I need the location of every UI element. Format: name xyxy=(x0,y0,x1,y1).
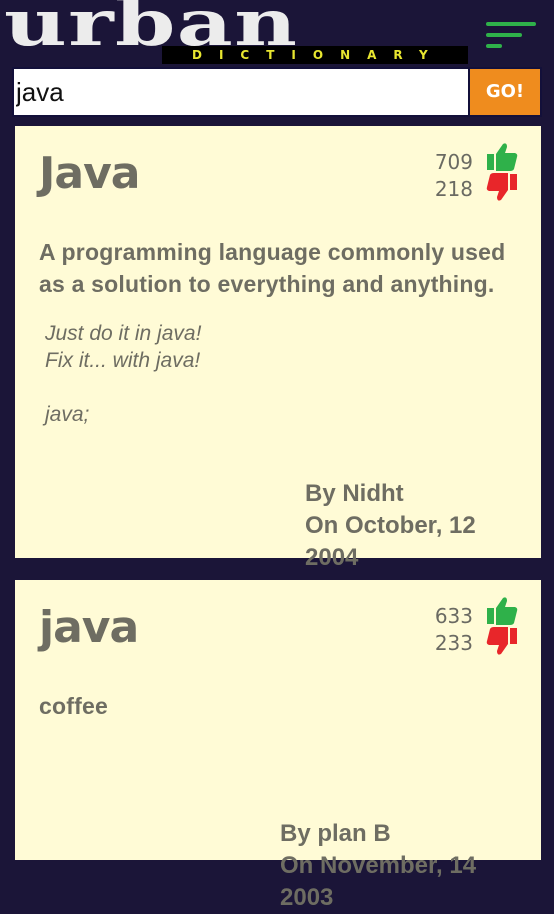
definition-date: On November, 14 2003 xyxy=(280,852,477,911)
definition-meaning: coffee xyxy=(39,693,108,719)
definition-word[interactable]: java xyxy=(39,602,139,653)
downvote-count: 233 xyxy=(434,631,473,655)
thumbs-down-icon[interactable] xyxy=(485,172,519,202)
author-block: By Nidht On October, 12 2004 xyxy=(305,478,523,574)
top-bar: urban DICTIONARY xyxy=(0,0,554,66)
upvote-count: 633 xyxy=(434,604,473,628)
vote-box: 709 218 xyxy=(409,142,519,206)
author-block: By plan B On November, 14 2003 xyxy=(280,818,523,914)
definition-word[interactable]: Java xyxy=(39,148,140,199)
downvote-count: 218 xyxy=(434,177,473,201)
author-name[interactable]: By Nidht xyxy=(305,478,523,510)
upvote-count: 709 xyxy=(434,150,473,174)
definition-date: On October, 12 2004 xyxy=(305,512,476,571)
definition-example: Just do it in java! Fix it... with java!… xyxy=(45,322,202,426)
definition-card: java 633 233 coffee By plan B On Novembe… xyxy=(15,580,541,911)
definition-card: Java 709 218 A programming language comm… xyxy=(15,126,541,571)
thumbs-up-icon[interactable] xyxy=(485,596,519,626)
thumbs-up-icon[interactable] xyxy=(485,142,519,172)
hamburger-menu-icon[interactable] xyxy=(486,22,536,50)
thumbs-down-icon[interactable] xyxy=(485,626,519,656)
definition-meaning: A programming language commonly used as … xyxy=(39,239,506,297)
go-button[interactable]: GO! xyxy=(468,67,542,117)
vote-box: 633 233 xyxy=(409,596,519,660)
search-bar: GO! xyxy=(12,66,544,118)
author-name[interactable]: By plan B xyxy=(280,818,523,850)
logo-subtitle: DICTIONARY xyxy=(162,46,468,64)
search-input[interactable] xyxy=(12,67,468,117)
urban-dictionary-logo[interactable]: urban DICTIONARY xyxy=(4,0,468,66)
